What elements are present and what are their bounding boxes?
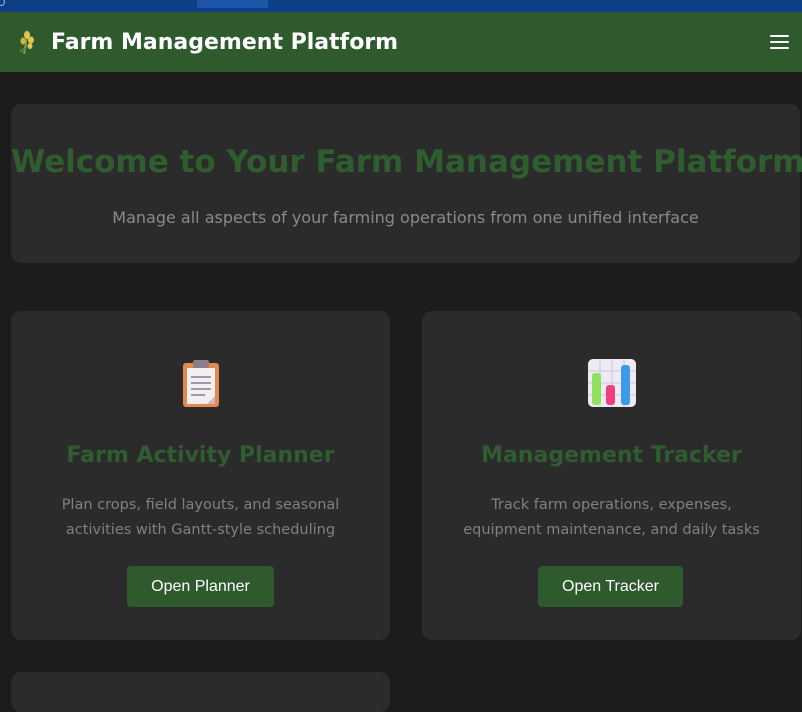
planner-card: Farm Activity Planner Plan crops, field …	[11, 311, 390, 640]
clipboard-icon	[11, 359, 390, 409]
welcome-panel: Welcome to Your Farm Management Platform…	[11, 104, 802, 263]
open-tracker-button[interactable]: Open Tracker	[538, 566, 683, 607]
browser-tab-hint[interactable]	[197, 0, 268, 8]
bar-chart-icon	[422, 359, 801, 409]
loading-indicator-icon	[0, 0, 5, 6]
wheat-icon	[18, 30, 38, 56]
planner-title: Farm Activity Planner	[66, 443, 335, 468]
open-planner-button[interactable]: Open Planner	[127, 566, 274, 607]
welcome-subtitle: Manage all aspects of your farming opera…	[112, 208, 699, 227]
app-header: Farm Management Platform	[0, 12, 802, 72]
next-card-partial	[11, 672, 390, 712]
hamburger-menu-icon[interactable]	[770, 30, 794, 54]
app-title: Farm Management Platform	[51, 30, 399, 55]
tracker-card: Management Tracker Track farm operations…	[422, 311, 801, 640]
browser-top-strip	[0, 0, 802, 12]
tracker-description: Track farm operations, expenses, equipme…	[463, 497, 760, 538]
welcome-heading: Welcome to Your Farm Management Platform	[11, 144, 802, 180]
planner-description: Plan crops, field layouts, and seasonal …	[61, 497, 340, 538]
tracker-title: Management Tracker	[481, 443, 742, 468]
